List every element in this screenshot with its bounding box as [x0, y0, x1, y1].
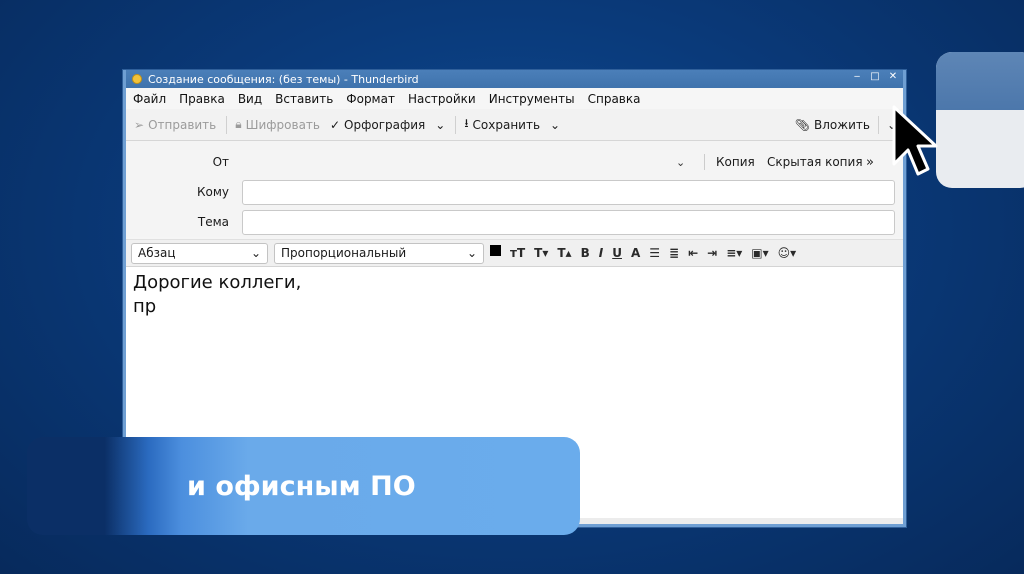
compose-toolbar: ➢ Отправить 🔒︎ Шифровать ✓ Орфография ⌄ …	[126, 109, 903, 141]
text-color-button[interactable]	[490, 244, 501, 256]
spelling-dropdown[interactable]: ⌄	[435, 118, 445, 132]
chevron-down-icon: ⌄	[550, 117, 561, 132]
caption-banner: и офисным ПО	[27, 437, 580, 535]
side-card	[936, 52, 1024, 188]
spelling-button[interactable]: ✓ Орфография	[330, 118, 425, 132]
thunderbird-icon	[132, 74, 142, 84]
indent-icon[interactable]: ⇥	[707, 246, 717, 260]
bcc-button[interactable]: Скрытая копия	[767, 155, 863, 169]
chevron-down-icon: ⌄	[250, 246, 261, 260]
subject-row: Тема	[126, 207, 903, 237]
to-label: Кому	[196, 185, 229, 199]
outdent-icon[interactable]: ⇤	[688, 246, 698, 260]
header-fields: От ⌄ Копия Скрытая копия » Кому Тема	[126, 141, 903, 237]
minimize-button[interactable]: ‒	[851, 71, 863, 82]
font-select[interactable]: Пропорциональный ⌄	[274, 242, 484, 264]
chevron-down-icon: ⌄	[466, 246, 477, 260]
send-button[interactable]: ➢ Отправить	[134, 118, 216, 132]
menu-edit[interactable]: Правка	[179, 92, 225, 106]
subject-field[interactable]	[242, 209, 895, 235]
lock-icon: 🔒︎	[235, 117, 242, 131]
bold-icon[interactable]: B	[581, 246, 590, 260]
maximize-button[interactable]: □	[869, 71, 881, 82]
align-icon[interactable]: ≡▾	[726, 246, 742, 260]
chevron-down-icon: ⌄	[435, 117, 446, 132]
menu-view[interactable]: Вид	[238, 92, 262, 106]
underline-icon[interactable]: U	[612, 246, 622, 260]
to-row: Кому	[126, 177, 903, 207]
encrypt-button[interactable]: 🔒︎ Шифровать	[235, 117, 320, 132]
numbered-list-icon[interactable]: ≣	[669, 246, 679, 260]
font-size-icon[interactable]: ᴛT	[510, 246, 525, 260]
close-button[interactable]: ✕	[887, 71, 899, 82]
to-field[interactable]	[242, 179, 895, 205]
paperclip-icon: 📎︎	[794, 118, 811, 132]
bullet-list-icon[interactable]: ☰	[649, 246, 660, 260]
emoji-icon[interactable]: ☺▾	[778, 246, 797, 260]
more-fields-button[interactable]: »	[866, 155, 874, 170]
menu-options[interactable]: Настройки	[408, 92, 476, 106]
send-icon: ➢	[134, 117, 145, 132]
from-dropdown[interactable]: ⌄	[676, 156, 685, 169]
menu-file[interactable]: Файл	[133, 92, 166, 106]
download-icon: ⭳	[464, 116, 469, 130]
format-toolbar: Абзац ⌄ Пропорциональный ⌄ ᴛT T▾ T▴ B I …	[126, 239, 903, 266]
menu-insert[interactable]: Вставить	[275, 92, 333, 106]
menu-tools[interactable]: Инструменты	[489, 92, 575, 106]
from-row: От ⌄ Копия Скрытая копия »	[126, 147, 903, 177]
from-label: От	[212, 155, 229, 169]
spellcheck-icon: ✓	[329, 117, 341, 132]
smaller-text-icon[interactable]: T▾	[534, 246, 548, 260]
cc-button[interactable]: Копия	[716, 155, 755, 169]
attach-button[interactable]: 📎︎ Вложить	[795, 118, 870, 132]
save-dropdown[interactable]: ⌄	[550, 118, 560, 132]
larger-text-icon[interactable]: T▴	[557, 246, 571, 260]
paragraph-select[interactable]: Абзац ⌄	[131, 242, 268, 264]
mouse-cursor-icon	[892, 105, 938, 176]
window-title: Создание сообщения: (без темы) - Thunder…	[148, 72, 419, 86]
menu-bar: Файл Правка Вид Вставить Формат Настройк…	[126, 88, 903, 109]
save-button[interactable]: ⭳ Сохранить	[464, 114, 540, 135]
title-bar: Создание сообщения: (без темы) - Thunder…	[126, 70, 903, 88]
subject-label: Тема	[197, 215, 229, 229]
menu-format[interactable]: Формат	[346, 92, 395, 106]
text-style-icon[interactable]: A	[631, 246, 640, 260]
italic-icon[interactable]: I	[599, 246, 603, 260]
body-line-2: пр	[133, 296, 157, 317]
banner-text: и офисным ПО	[187, 470, 416, 502]
body-line-1: Дорогие коллеги,	[133, 272, 302, 293]
insert-image-icon[interactable]: ▣▾	[751, 246, 768, 260]
menu-help[interactable]: Справка	[588, 92, 641, 106]
